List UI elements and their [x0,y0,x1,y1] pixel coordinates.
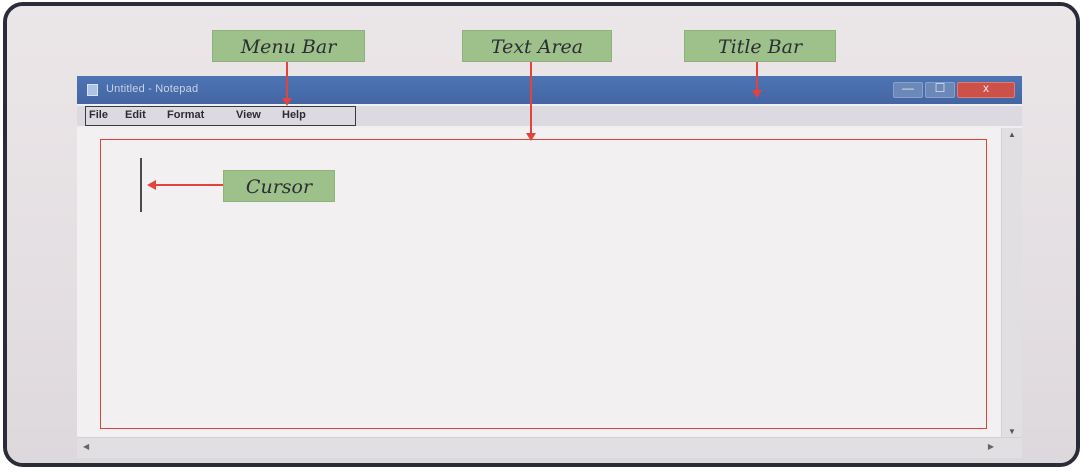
window-title: Untitled - Notepad [106,83,199,95]
minimize-button[interactable]: — [893,81,923,98]
callout-cursor: Cursor [223,170,335,202]
menu-item-file[interactable]: File [89,109,108,121]
arrow-up-icon[interactable]: ▲ [1002,130,1022,139]
close-button[interactable]: x [957,81,1015,98]
arrow-cursor-line [155,184,223,186]
arrow-cursor-head [147,180,156,190]
close-icon: x [983,81,989,95]
menu-item-format[interactable]: Format [167,109,204,121]
arrow-left-icon[interactable]: ◀ [83,442,89,451]
arrow-text-area-head [526,133,536,141]
maximize-button[interactable]: ☐ [925,81,955,98]
menu-item-view[interactable]: View [236,109,261,121]
vertical-scrollbar[interactable]: ▲ ▼ [1001,128,1022,438]
callout-text-area: Text Area [462,30,612,62]
maximize-icon: ☐ [934,81,946,95]
minimize-icon: — [902,81,914,95]
arrow-text-area-line [530,62,532,137]
arrow-title-bar-line [756,62,758,92]
title-bar[interactable]: Untitled - Notepad — ☐ x [77,76,1022,104]
arrow-title-bar-head [752,90,762,98]
diagram-frame: Untitled - Notepad — ☐ x File Edit Forma… [3,2,1080,467]
arrow-down-icon[interactable]: ▼ [1002,427,1022,436]
menu-item-edit[interactable]: Edit [125,109,146,121]
notepad-icon [87,84,98,96]
arrow-right-icon[interactable]: ▶ [988,442,994,451]
menu-item-help[interactable]: Help [282,109,306,121]
callout-menu-bar: Menu Bar [212,30,365,62]
menu-bar: File Edit Format View Help [77,106,1022,126]
window-controls: — ☐ x [885,81,1020,100]
arrow-menu-bar-head [282,98,292,106]
horizontal-scrollbar[interactable]: ◀ ▶ [77,437,1022,458]
text-cursor [140,158,142,212]
callout-title-bar: Title Bar [684,30,836,62]
arrow-menu-bar-line [286,62,288,100]
